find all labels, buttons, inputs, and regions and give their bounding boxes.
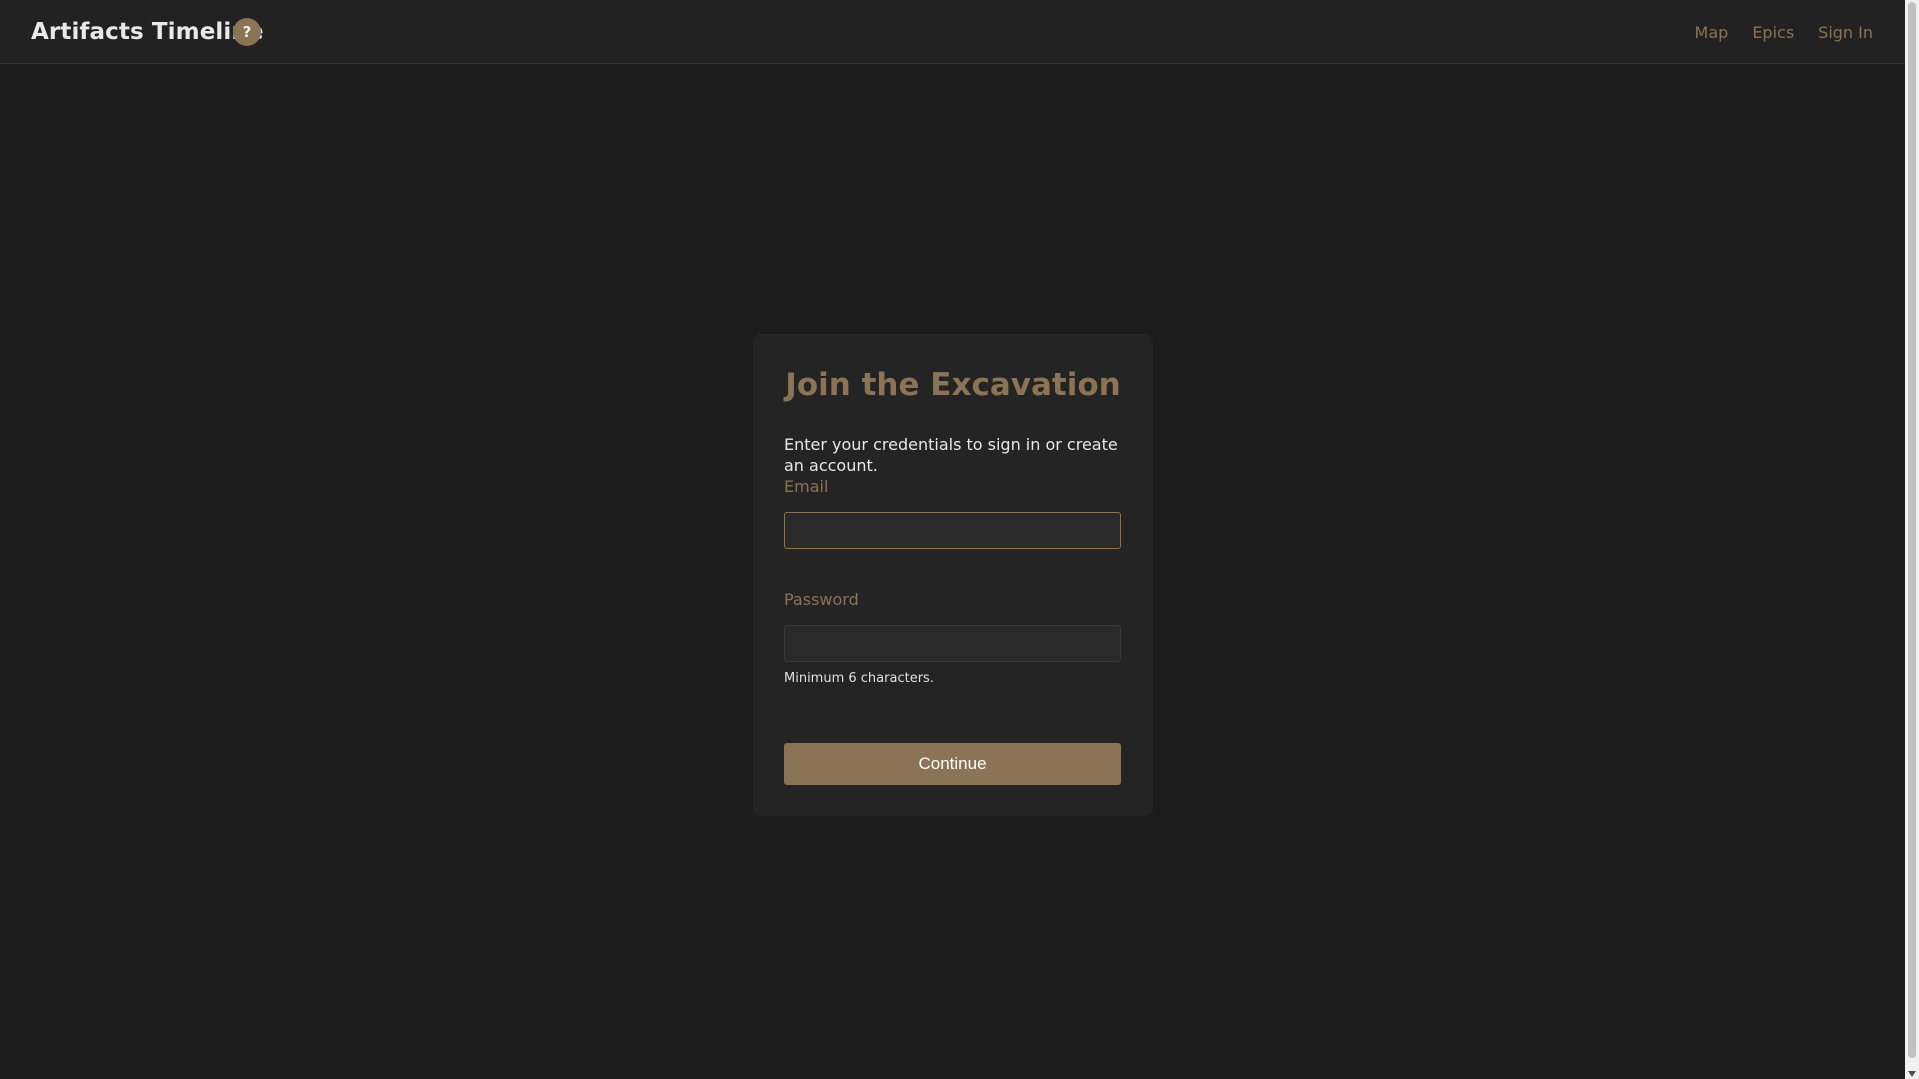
auth-intro-text: Enter your credentials to sign in or cre…	[784, 435, 1118, 475]
main-nav: Map Epics Sign In	[1695, 23, 1873, 42]
app-title[interactable]: Artifacts Timeline	[31, 19, 264, 45]
email-field[interactable]	[784, 512, 1121, 549]
app-root: Artifacts Timeline ? Map Epics Sign In J…	[0, 0, 1919, 1079]
scrollbar-thumb[interactable]	[1908, 2, 1916, 1058]
password-field[interactable]	[784, 625, 1121, 662]
auth-card: Join the Excavation Enter your credentia…	[753, 334, 1153, 816]
email-label: Email	[784, 477, 829, 496]
scroll-down-arrow-icon[interactable]	[1908, 1071, 1916, 1077]
continue-button[interactable]: Continue	[784, 743, 1121, 785]
password-label: Password	[784, 590, 859, 609]
nav-link-epics[interactable]: Epics	[1752, 23, 1794, 42]
vertical-scrollbar[interactable]	[1905, 0, 1919, 1079]
nav-link-map[interactable]: Map	[1695, 23, 1729, 42]
help-icon[interactable]: ?	[233, 18, 261, 46]
top-navigation-bar: Artifacts Timeline ? Map Epics Sign In	[0, 0, 1905, 64]
auth-title: Join the Excavation	[785, 367, 1121, 403]
password-hint: Minimum 6 characters.	[784, 671, 934, 686]
nav-link-sign-in[interactable]: Sign In	[1818, 23, 1873, 42]
